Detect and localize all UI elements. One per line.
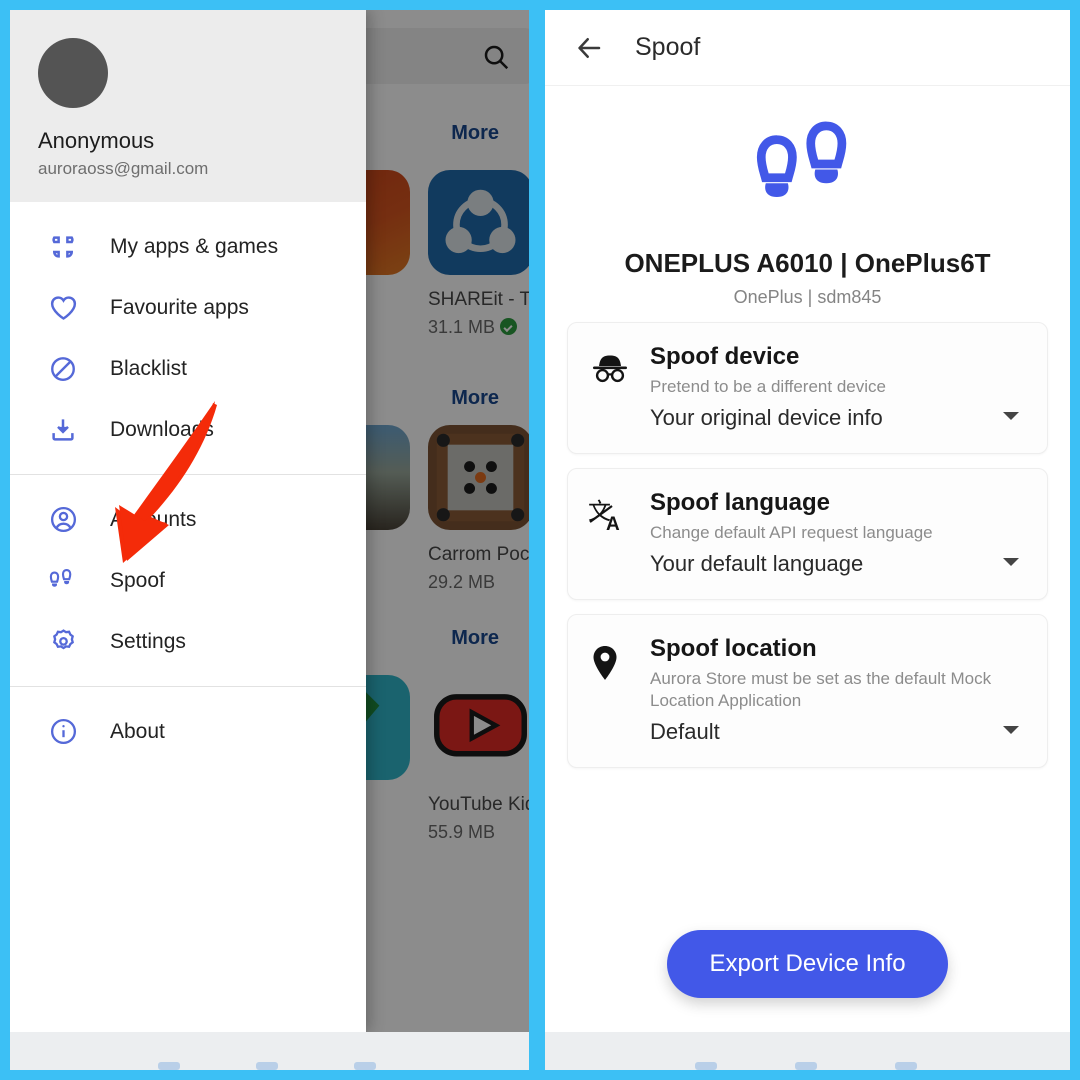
card-title: Spoof location: [650, 635, 817, 663]
sidebar-item-downloads[interactable]: Downloads: [10, 399, 366, 460]
sidebar-item-favourite-apps[interactable]: Favourite apps: [10, 277, 366, 338]
right-phone-screen: Spoof ONEPLUS A6010 | OnePlus6T OnePlus …: [545, 10, 1070, 1070]
spoof-location-card[interactable]: Spoof location Aurora Store must be set …: [567, 614, 1048, 769]
footsteps-glyph-large: [756, 121, 846, 197]
app-bar: Spoof: [545, 10, 1070, 86]
info-icon: [46, 715, 80, 749]
sidebar-item-spoof[interactable]: Spoof: [10, 550, 366, 611]
sidebar-item-label: Favourite apps: [110, 295, 249, 319]
device-title: ONEPLUS A6010 | OnePlus6T: [624, 248, 991, 278]
account-circle-icon: [46, 503, 80, 537]
nav-recents-icon[interactable]: [354, 1062, 376, 1070]
sidebar-item-my-apps-games[interactable]: My apps & games: [10, 216, 366, 277]
sidebar-item-label: Downloads: [110, 417, 214, 441]
card-title: Spoof language: [650, 489, 830, 517]
sidebar-item-accounts[interactable]: Accounts: [10, 489, 366, 550]
translate-icon: 文 A: [588, 489, 650, 577]
spoof-hero: ONEPLUS A6010 | OnePlus6T OnePlus | sdm8…: [545, 86, 1070, 308]
drawer-group-tertiary: About: [10, 687, 366, 776]
card-value: Default: [650, 719, 720, 745]
caret-down-icon[interactable]: [1001, 409, 1021, 428]
drawer-account-header[interactable]: Anonymous auroraoss@gmail.com: [10, 10, 366, 202]
sidebar-item-label: Spoof: [110, 568, 165, 592]
spoof-language-card[interactable]: 文 A Spoof language Change default API re…: [567, 468, 1048, 601]
nav-back-icon[interactable]: [695, 1062, 717, 1070]
sidebar-item-blacklist[interactable]: Blacklist: [10, 338, 366, 399]
spoof-language-dropdown[interactable]: Your default language: [650, 551, 1027, 577]
sidebar-item-label: Settings: [110, 629, 186, 653]
caret-down-icon[interactable]: [1001, 723, 1021, 742]
footsteps-icon: [545, 114, 1070, 224]
account-email: auroraoss@gmail.com: [38, 159, 209, 178]
nav-home-icon[interactable]: [256, 1062, 278, 1070]
svg-text:A: A: [606, 514, 620, 535]
drawer-group-secondary: Accounts Spoof Settings: [10, 475, 366, 686]
sidebar-item-label: Blacklist: [110, 356, 188, 380]
screenshot-root: es More iscov...: [0, 0, 1080, 1080]
heart-icon: [46, 291, 80, 325]
sidebar-item-label: About: [110, 719, 165, 743]
card-subtitle: Change default API request language: [650, 523, 933, 543]
nav-recents-icon[interactable]: [895, 1062, 917, 1070]
left-phone-screen: es More iscov...: [10, 10, 529, 1070]
incognito-icon: [588, 343, 650, 431]
card-subtitle: Pretend to be a different device: [650, 377, 886, 396]
apps-grid-icon: [46, 230, 80, 264]
export-device-info-button[interactable]: Export Device Info: [667, 930, 948, 998]
device-subtitle: OnePlus | sdm845: [733, 287, 882, 307]
sidebar-item-label: Accounts: [110, 507, 197, 531]
download-icon: [46, 413, 80, 447]
card-subtitle: Aurora Store must be set as the default …: [650, 669, 992, 711]
account-name: Anonymous: [38, 128, 155, 153]
page-title: Spoof: [635, 33, 701, 61]
navigation-drawer: Anonymous auroraoss@gmail.com My apps & …: [10, 10, 366, 1032]
spoof-device-dropdown[interactable]: Your original device info: [650, 405, 1027, 431]
footsteps-icon: [46, 564, 80, 598]
spoof-device-card[interactable]: Spoof device Pretend to be a different d…: [567, 322, 1048, 455]
location-pin-icon: [588, 635, 650, 745]
caret-down-icon[interactable]: [1001, 555, 1021, 574]
sidebar-item-about[interactable]: About: [10, 701, 366, 762]
system-nav-bar: [545, 1032, 1070, 1070]
spoof-location-dropdown[interactable]: Default: [650, 719, 1027, 745]
sidebar-item-label: My apps & games: [110, 234, 279, 258]
footsteps-glyph: [49, 568, 72, 587]
system-nav-bar: [10, 1032, 529, 1070]
card-value: Your original device info: [650, 405, 883, 431]
card-value: Your default language: [650, 551, 864, 577]
avatar: [38, 38, 108, 108]
card-title: Spoof device: [650, 343, 800, 370]
back-arrow-icon[interactable]: [567, 26, 611, 70]
sidebar-item-settings[interactable]: Settings: [10, 611, 366, 672]
gear-icon: [46, 625, 80, 659]
block-icon: [46, 352, 80, 386]
drawer-group-primary: My apps & games Favourite apps Blacklist…: [10, 202, 366, 474]
nav-home-icon[interactable]: [795, 1062, 817, 1070]
nav-back-icon[interactable]: [158, 1062, 180, 1070]
